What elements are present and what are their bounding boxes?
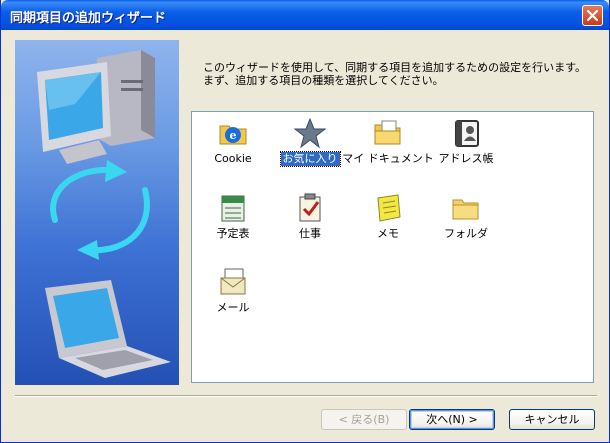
- back-button[interactable]: < 戻る(B): [321, 409, 407, 430]
- list-item-mail[interactable]: メール: [193, 265, 273, 325]
- my-documents-icon: [371, 116, 405, 150]
- item-label: アドレス帳: [438, 152, 494, 165]
- list-item-notes[interactable]: メモ: [348, 191, 428, 251]
- intro-line-1: このウィザードを使用して、同期する項目を追加するための設定を行います。: [203, 61, 587, 74]
- computers-sync-illustration: [37, 50, 171, 378]
- item-label: お気に入り: [279, 151, 341, 167]
- notes-icon: [371, 191, 405, 225]
- calendar-icon: [216, 191, 250, 225]
- window-title: 同期項目の追加ウィザード: [10, 11, 167, 26]
- item-label: メール: [216, 301, 250, 314]
- list-item-tasks[interactable]: 仕事: [270, 191, 350, 251]
- intro-line-2: まず、追加する項目の種類を選択してください。: [203, 74, 444, 87]
- close-button[interactable]: [582, 5, 603, 26]
- footer-divider: [15, 395, 597, 397]
- close-icon: [587, 10, 598, 21]
- list-item-my-documents[interactable]: マイ ドキュメント: [342, 116, 434, 176]
- item-label: マイ ドキュメント: [342, 152, 434, 165]
- item-label: 予定表: [216, 227, 250, 240]
- list-item-favorites[interactable]: お気に入り: [270, 116, 350, 176]
- cookie-folder-icon: e: [216, 116, 250, 150]
- item-label: 仕事: [299, 227, 321, 240]
- item-label: メモ: [377, 227, 399, 240]
- intro-text: このウィザードを使用して、同期する項目を追加するための設定を行います。 まず、追…: [203, 61, 598, 87]
- cancel-button[interactable]: キャンセル: [509, 409, 595, 430]
- list-item-calendar[interactable]: 予定表: [193, 191, 273, 251]
- title-bar[interactable]: 同期項目の追加ウィザード: [1, 0, 609, 30]
- list-item-cookie[interactable]: e Cookie: [193, 116, 273, 176]
- list-item-folder[interactable]: フォルダ: [426, 191, 506, 251]
- item-label: フォルダ: [444, 227, 488, 240]
- tasks-icon: [293, 191, 327, 225]
- list-item-address-book[interactable]: アドレス帳: [426, 116, 506, 176]
- svg-text:e: e: [230, 129, 237, 142]
- item-label: Cookie: [214, 152, 252, 165]
- address-book-icon: [449, 116, 483, 150]
- item-type-list[interactable]: e Cookie お気に入り マイ ドキュメント アドレス帳 予定表 仕事 メモ…: [191, 111, 594, 383]
- folder-icon: [449, 191, 483, 225]
- next-button[interactable]: 次へ(N) >: [409, 409, 495, 430]
- wizard-side-illustration: [15, 40, 179, 385]
- favorites-star-icon: [293, 116, 327, 150]
- mail-icon: [216, 265, 250, 299]
- wizard-window: 同期項目の追加ウィザード このウィザードを使用して、同期する項目を追加するための…: [0, 0, 610, 443]
